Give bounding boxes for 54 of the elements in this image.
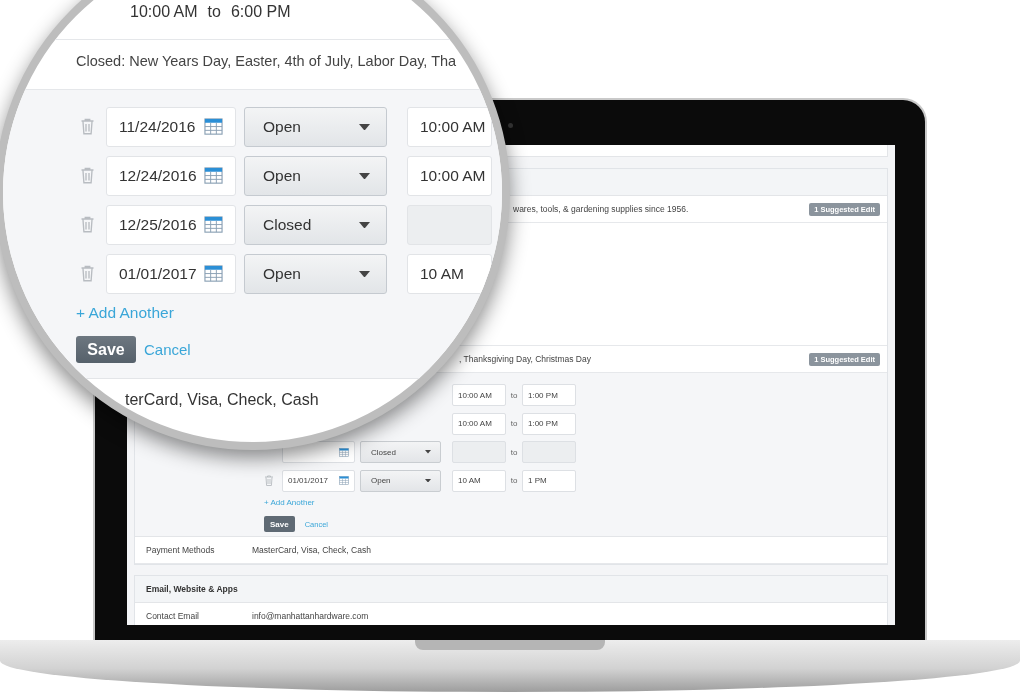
time-field[interactable]: 10:00 AM [452,412,506,435]
calendar-icon[interactable] [204,118,223,136]
calendar-icon[interactable] [204,167,223,185]
payment-methods-text: terCard, Visa, Check, Cash [125,391,319,408]
section-header: Email, Website & Apps [135,576,887,603]
caret-icon [359,172,370,180]
time-field[interactable]: 1:00 PM [522,384,576,406]
calendar-icon[interactable] [204,265,223,283]
time-field[interactable]: 10 AM [452,469,506,492]
description-text: wares, tools, & gardening supplies since 1956. [512,204,689,214]
time-field[interactable]: 10:00 AM [407,107,492,147]
date-field[interactable]: 01/01/2017 [106,254,236,294]
date-field[interactable]: 12/24/2016 [106,156,236,196]
to-label: to [509,390,519,400]
time-field[interactable]: 10:00 AM [452,384,506,406]
time-field[interactable]: 1:00 PM [522,412,576,435]
trash-icon[interactable] [80,167,95,185]
status-dropdown[interactable]: Open [244,156,387,196]
field-value: info@manhattanhardware.com [252,611,369,621]
date-field[interactable]: 12/25/2016 [106,205,236,245]
save-button[interactable]: Save [264,516,295,532]
time-field[interactable]: 1 PM [522,469,576,492]
status-dropdown[interactable]: Closed [244,205,387,245]
caret-icon [359,270,370,278]
date-field[interactable] [282,441,355,463]
field-label: Contact Email [145,611,200,621]
date-field[interactable]: 11/24/2016 [106,107,236,147]
status-dropdown[interactable]: Open [360,469,441,492]
trash-icon[interactable] [80,265,95,283]
camera-dot [508,123,513,128]
time-field[interactable]: 10:00 AM [407,156,492,196]
calendar-icon[interactable] [339,447,349,457]
holidays-text: , Thanksgiving Day, Christmas Day [458,354,591,364]
caret-icon [425,478,431,483]
date-field[interactable]: 01/01/2017 [282,469,355,492]
trash-icon[interactable] [80,118,95,136]
to-label: to [207,3,221,22]
calendar-icon[interactable] [339,476,349,485]
status-dropdown[interactable]: Closed [360,441,441,463]
field-label: Payment Methods [145,545,216,555]
close-time: 6:00 PM [230,3,291,22]
trash-icon[interactable] [80,216,95,234]
to-label: to [509,419,519,428]
caret-icon [359,221,370,229]
status-dropdown[interactable]: Open [244,254,387,294]
open-time: 10:00 AM [130,3,198,22]
field-value: MasterCard, Visa, Check, Cash [252,545,371,555]
time-field[interactable]: 10 AM [407,254,492,294]
to-label: to [509,476,519,485]
status-dropdown[interactable]: Open [244,107,387,147]
to-label: to [509,447,519,457]
caret-icon [359,123,370,131]
calendar-icon[interactable] [204,216,223,234]
save-button[interactable]: Save [76,336,136,363]
